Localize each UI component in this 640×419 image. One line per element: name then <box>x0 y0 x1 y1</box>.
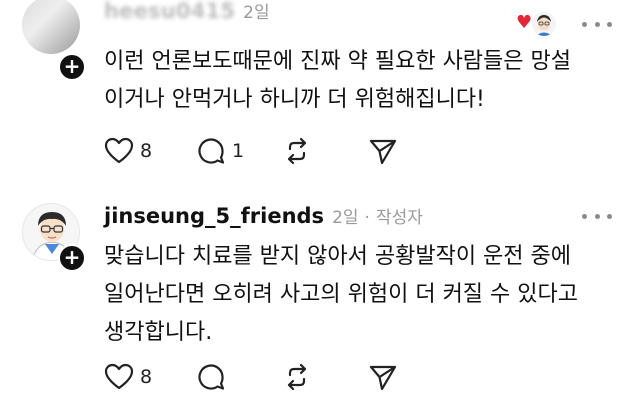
reply-button[interactable]: 1 <box>196 137 282 165</box>
post-meta: jinseung_5_friends 2일 · 작성자 <box>104 203 423 228</box>
follow-plus-icon[interactable]: + <box>58 244 86 272</box>
like-button[interactable]: 8 <box>104 137 196 165</box>
liked-by-author-indicator: ♥ <box>516 10 562 38</box>
action-bar: 8 1 <box>104 136 398 166</box>
share-button[interactable] <box>368 137 398 165</box>
repost-button[interactable] <box>282 137 368 165</box>
reply-count: 1 <box>232 140 245 162</box>
share-icon <box>369 365 397 391</box>
separator: · <box>364 208 370 228</box>
comment-icon <box>198 364 225 390</box>
share-button[interactable] <box>368 363 398 391</box>
thread-post-2: + jinseung_5_friends 2일 · 작성자 맞습니다 치료를 받… <box>0 200 640 419</box>
post-text: 이런 언론보도때문에 진짜 약 필요한 사람들은 망설 이거나 안먹거나 하니까… <box>104 49 572 112</box>
share-icon <box>369 139 397 165</box>
post-time: 2일 <box>332 208 359 228</box>
post-meta: heesu0415 2일 <box>104 0 270 23</box>
author-avatar-mini <box>530 10 558 38</box>
more-options-icon[interactable] <box>582 206 612 226</box>
thread-post-1: + heesu0415 2일 ♥ 이런 언론보도때문에 진짜 약 필요한 사람들… <box>0 0 640 200</box>
more-options-icon[interactable] <box>582 14 612 34</box>
username[interactable]: heesu0415 <box>104 0 235 23</box>
post-time: 2일 <box>243 3 270 23</box>
post-text: 맞습니다 치료를 받지 않아서 공황발작이 운전 중에 일어난다면 오히려 사고… <box>104 244 578 345</box>
action-bar: 8 <box>104 362 398 392</box>
follow-plus-icon[interactable]: + <box>58 53 86 81</box>
heart-icon <box>104 363 134 390</box>
like-count: 8 <box>140 140 153 162</box>
heart-icon <box>104 137 134 164</box>
repost-button[interactable] <box>282 363 368 391</box>
avatar[interactable] <box>22 0 80 54</box>
reply-button[interactable] <box>196 363 282 391</box>
author-tag: 작성자 <box>375 208 423 228</box>
like-button[interactable]: 8 <box>104 363 196 391</box>
repost-icon <box>287 137 307 165</box>
repost-icon <box>287 363 307 391</box>
username[interactable]: jinseung_5_friends <box>104 204 324 228</box>
like-count: 8 <box>140 366 153 388</box>
comment-icon <box>198 138 225 164</box>
